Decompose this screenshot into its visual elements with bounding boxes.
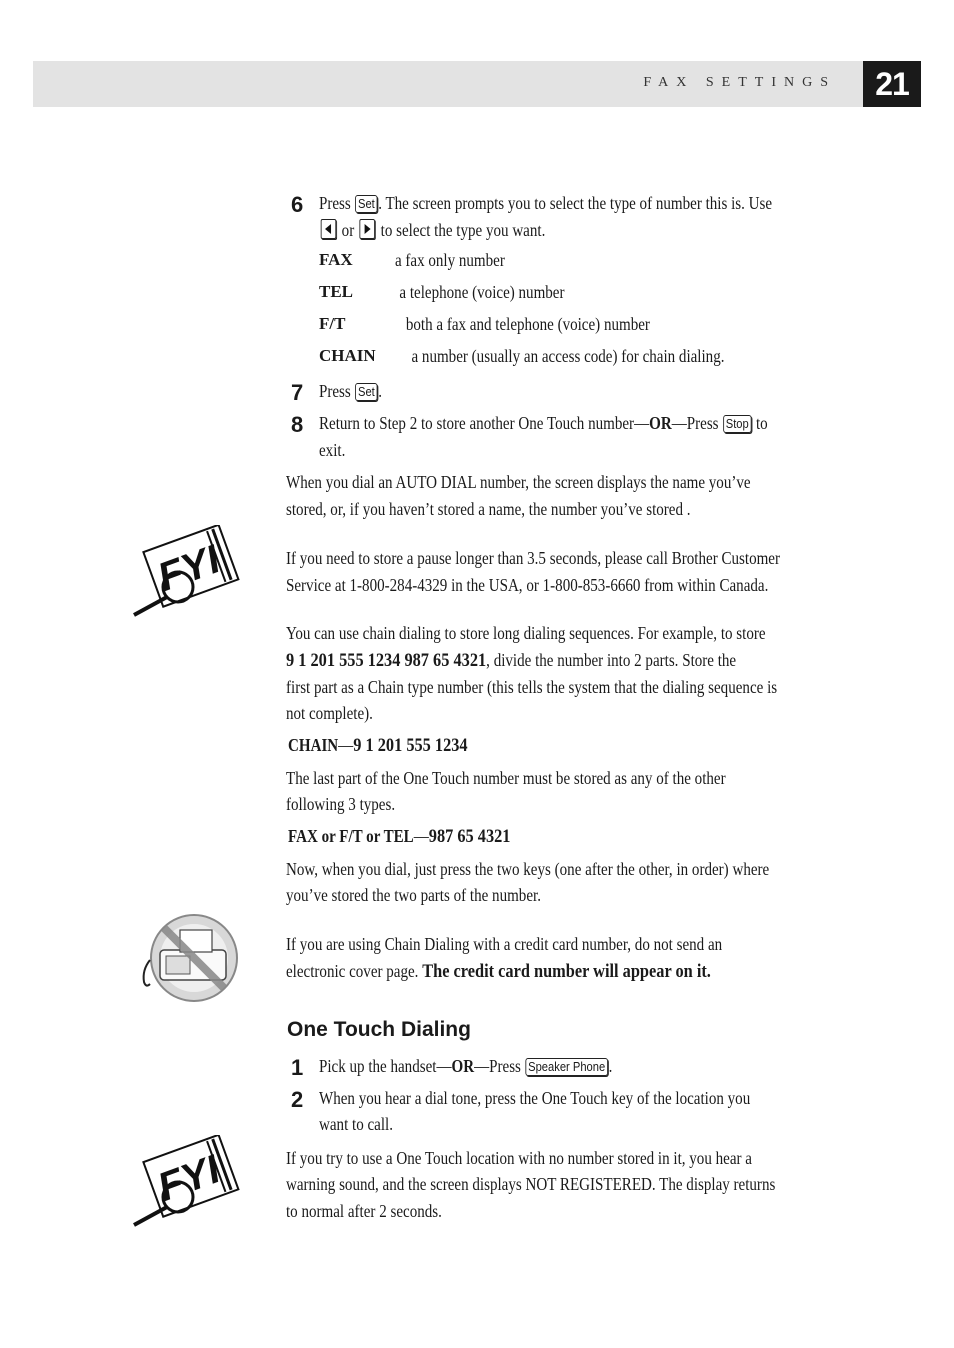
- set-key-icon: Set: [355, 383, 378, 401]
- paragraph-line: stored, or, if you haven’t stored a name…: [286, 499, 691, 519]
- type-term: CHAIN: [319, 346, 376, 365]
- type-description: both a fax and telephone (voice) number: [405, 314, 650, 334]
- step-text: Pick up the handset—: [319, 1056, 452, 1076]
- section-step-2-line1: When you hear a dial tone, press the One…: [319, 1088, 751, 1108]
- warning-text: electronic cover page.: [286, 961, 423, 981]
- or-emphasis: OR: [451, 1056, 475, 1076]
- step-text: —Press: [671, 413, 723, 433]
- type-description: a telephone (voice) number: [399, 282, 565, 302]
- section-heading: One Touch Dialing: [287, 1018, 471, 1041]
- step-number: 7: [286, 380, 304, 405]
- right-arrow-key-icon: [359, 219, 376, 239]
- step-text: Press: [319, 193, 355, 213]
- type-description: a fax only number: [394, 250, 505, 270]
- step-text: or: [337, 220, 358, 240]
- step-6-line2: or to select the type you want.: [319, 217, 545, 244]
- paragraph-text: , divide the number into 2 parts. Store …: [486, 650, 737, 670]
- step-8-line1: Return to Step 2 to store another One To…: [319, 410, 768, 437]
- step-text: . The screen prompts you to select the t…: [378, 193, 773, 213]
- or-emphasis: OR: [649, 413, 672, 433]
- paragraph-line: The last part of the One Touch number mu…: [286, 768, 726, 788]
- fyi-text-line: Service at 1-800-284-4329 in the USA, or…: [286, 575, 769, 595]
- type-term: TEL: [319, 282, 354, 301]
- page-number: 21: [863, 61, 921, 107]
- fyi-magnifier-icon: FYI: [133, 1135, 240, 1227]
- example-label: FAX or F/T or TEL: [288, 826, 414, 846]
- step-text: to: [752, 413, 768, 433]
- left-arrow-key-icon: [320, 219, 337, 239]
- dash: —: [413, 826, 429, 846]
- chain-example: CHAIN—9 1 201 555 1234: [288, 732, 468, 759]
- step-text: .: [378, 381, 382, 401]
- example-number: 9 1 201 555 1234 987 65 4321: [286, 650, 487, 671]
- fyi-magnifier-icon: FYI: [133, 525, 240, 617]
- type-term: F/T: [319, 314, 346, 333]
- warning-text-line: electronic cover page. The credit card n…: [286, 958, 711, 985]
- section-step-1-line: Pick up the handset—OR—Press Speaker Pho…: [319, 1053, 612, 1080]
- fyi-text-line: If you need to store a pause longer than…: [286, 548, 781, 568]
- paragraph-line: following 3 types.: [286, 794, 396, 814]
- step-number: 8: [286, 412, 304, 437]
- paragraph-line: first part as a Chain type number (this …: [286, 677, 778, 697]
- warning-emphasis: The credit card number will appear on it…: [422, 961, 711, 982]
- step-text: Return to Step 2 to store another One To…: [319, 413, 650, 433]
- stop-key-icon: Stop: [723, 415, 752, 433]
- no-fax-machine-icon: [142, 914, 238, 1002]
- step-text: —Press: [474, 1056, 525, 1076]
- paragraph-line: You can use chain dialing to store long …: [286, 623, 766, 643]
- step-text: Press: [319, 381, 355, 401]
- step-text: .: [608, 1056, 613, 1076]
- warning-text-line: If you are using Chain Dialing with a cr…: [286, 934, 723, 954]
- fyi-text-line: to normal after 2 seconds.: [286, 1201, 442, 1221]
- paragraph-line: Now, when you dial, just press the two k…: [286, 859, 770, 879]
- example-number: 987 65 4321: [428, 826, 511, 847]
- paragraph-line: 9 1 201 555 1234 987 65 4321, divide the…: [286, 647, 736, 674]
- type-description: a number (usually an access code) for ch…: [411, 346, 725, 366]
- paragraph-line: not complete).: [286, 703, 373, 723]
- set-key-icon: Set: [355, 195, 378, 213]
- step-number: 2: [286, 1087, 304, 1112]
- section-step-2-line2: want to call.: [319, 1114, 393, 1134]
- fyi-text-line: warning sound, and the screen displays N…: [286, 1174, 776, 1194]
- example-number: 9 1 201 555 1234: [353, 735, 468, 756]
- step-6-line1: Press Set. The screen prompts you to sel…: [319, 190, 772, 217]
- paragraph-line: When you dial an AUTO DIAL number, the s…: [286, 472, 751, 492]
- step-text: to select the type you want.: [376, 220, 546, 240]
- section-title: FAX SETTINGS: [643, 75, 836, 90]
- step-7-line: Press Set.: [319, 378, 382, 405]
- types-example: FAX or F/T or TEL—987 65 4321: [288, 823, 510, 850]
- paragraph-line: you’ve stored the two parts of the numbe…: [286, 885, 541, 905]
- step-number: 6: [286, 192, 304, 217]
- type-term: FAX: [319, 250, 353, 269]
- fyi-text-line: If you try to use a One Touch location w…: [286, 1148, 752, 1168]
- dash: —: [338, 735, 354, 755]
- example-label: CHAIN: [288, 735, 339, 755]
- step-8-line2: exit.: [319, 440, 346, 460]
- speaker-phone-key-icon: Speaker Phone: [525, 1058, 608, 1076]
- step-number: 1: [286, 1055, 304, 1080]
